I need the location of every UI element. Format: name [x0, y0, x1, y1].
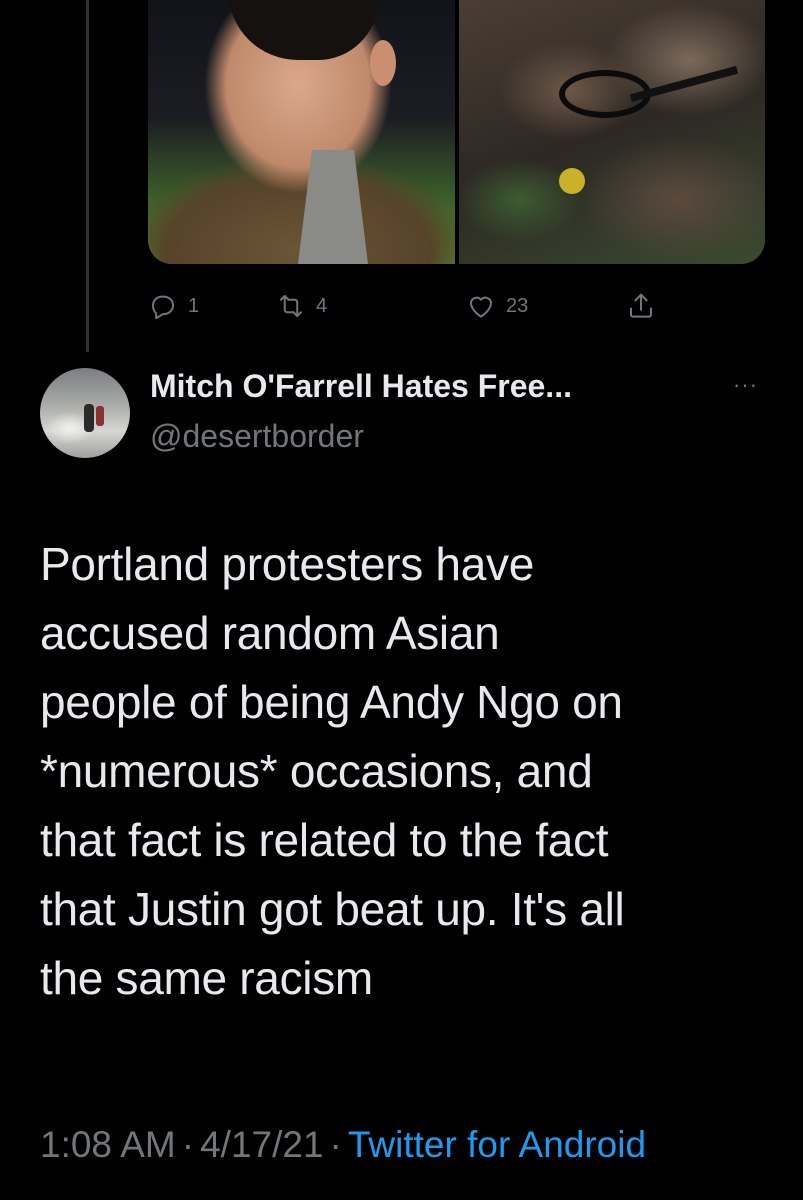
reply-count: 1 [188, 294, 200, 317]
like-count: 23 [506, 294, 529, 317]
tweet-date: 4/17/21 [200, 1124, 324, 1165]
tweet-text: Portland protesters have accused random … [40, 538, 625, 1004]
author-display-name[interactable]: Mitch O'Farrell Hates Free... [150, 368, 572, 405]
retweet-icon [280, 295, 302, 317]
tweet-action-bar: 1 4 23 [148, 286, 668, 326]
heart-icon [470, 296, 492, 318]
reply-icon [152, 295, 174, 320]
media-photo-person[interactable] [148, 0, 455, 264]
tweet-source-link[interactable]: Twitter for Android [348, 1124, 646, 1165]
more-options-icon[interactable]: ··· [733, 372, 758, 398]
thread-connector-line [86, 0, 89, 352]
tweet-metadata: 1:08 AM · 4/17/21 · Twitter for Android [40, 1124, 646, 1166]
retweet-count: 4 [316, 294, 328, 317]
meta-separator: · [181, 1124, 195, 1165]
tweet-media-grid [148, 0, 765, 264]
share-button[interactable] [626, 286, 656, 326]
tweet-time: 1:08 AM [40, 1124, 176, 1165]
reply-button[interactable]: 1 [148, 286, 199, 326]
like-button[interactable]: 23 [466, 286, 528, 326]
avatar[interactable] [40, 368, 130, 458]
meta-separator: · [329, 1124, 342, 1165]
retweet-button[interactable]: 4 [276, 286, 327, 326]
author-handle[interactable]: @desertborder [150, 418, 364, 455]
share-icon [630, 293, 652, 318]
media-photo-ground[interactable] [458, 0, 765, 264]
